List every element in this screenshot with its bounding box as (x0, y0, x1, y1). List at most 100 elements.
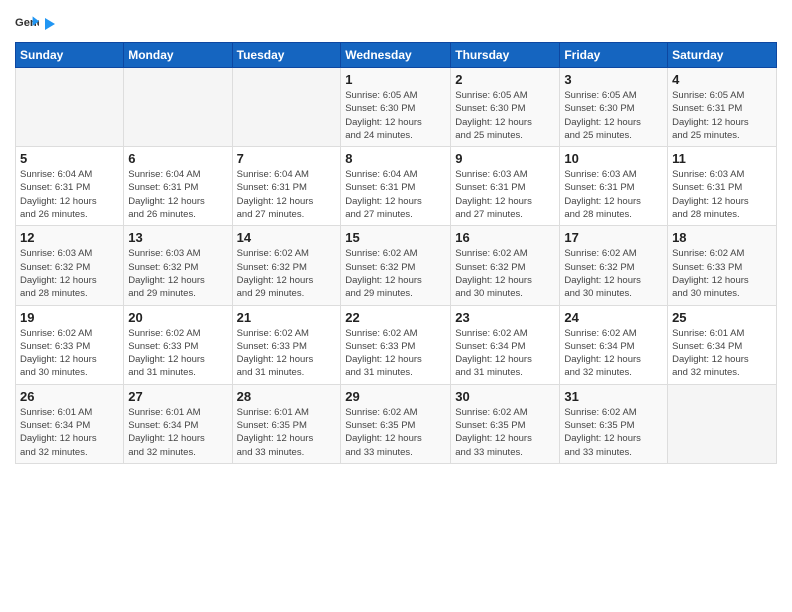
day-number: 15 (345, 230, 446, 245)
calendar-cell: 14 Sunrise: 6:02 AM Sunset: 6:32 PM Dayli… (232, 226, 341, 305)
calendar-cell: 3 Sunrise: 6:05 AM Sunset: 6:30 PM Daylig… (560, 68, 668, 147)
day-info: Sunrise: 6:01 AM Sunset: 6:34 PM Dayligh… (128, 406, 227, 459)
day-number: 26 (20, 389, 119, 404)
day-info: Sunrise: 6:04 AM Sunset: 6:31 PM Dayligh… (128, 168, 227, 221)
calendar-cell: 29 Sunrise: 6:02 AM Sunset: 6:35 PM Dayli… (341, 384, 451, 463)
day-info: Sunrise: 6:02 AM Sunset: 6:32 PM Dayligh… (345, 247, 446, 300)
calendar-cell (232, 68, 341, 147)
weekday-header-monday: Monday (124, 43, 232, 68)
day-number: 5 (20, 151, 119, 166)
day-number: 3 (564, 72, 663, 87)
day-number: 20 (128, 310, 227, 325)
calendar-week-1: 1 Sunrise: 6:05 AM Sunset: 6:30 PM Daylig… (16, 68, 777, 147)
day-info: Sunrise: 6:04 AM Sunset: 6:31 PM Dayligh… (20, 168, 119, 221)
weekday-header-friday: Friday (560, 43, 668, 68)
calendar-table: SundayMondayTuesdayWednesdayThursdayFrid… (15, 42, 777, 464)
calendar-week-2: 5 Sunrise: 6:04 AM Sunset: 6:31 PM Daylig… (16, 147, 777, 226)
day-number: 24 (564, 310, 663, 325)
calendar-cell: 15 Sunrise: 6:02 AM Sunset: 6:32 PM Dayli… (341, 226, 451, 305)
day-number: 7 (237, 151, 337, 166)
weekday-header-wednesday: Wednesday (341, 43, 451, 68)
calendar-cell: 4 Sunrise: 6:05 AM Sunset: 6:31 PM Daylig… (668, 68, 777, 147)
day-number: 31 (564, 389, 663, 404)
calendar-cell: 8Sunrise: 6:04 AM Sunset: 6:31 PM Daylig… (341, 147, 451, 226)
logo-icon: General (15, 10, 39, 34)
page-header: General (15, 10, 777, 34)
day-info: Sunrise: 6:02 AM Sunset: 6:33 PM Dayligh… (672, 247, 772, 300)
day-number: 6 (128, 151, 227, 166)
calendar-cell: 16 Sunrise: 6:02 AM Sunset: 6:32 PM Dayli… (451, 226, 560, 305)
calendar-cell: 2 Sunrise: 6:05 AM Sunset: 6:30 PM Daylig… (451, 68, 560, 147)
day-info: Sunrise: 6:05 AM Sunset: 6:30 PM Dayligh… (345, 89, 446, 142)
day-info: Sunrise: 6:02 AM Sunset: 6:33 PM Dayligh… (345, 327, 446, 380)
day-info: Sunrise: 6:03 AM Sunset: 6:31 PM Dayligh… (672, 168, 772, 221)
day-info: Sunrise: 6:02 AM Sunset: 6:32 PM Dayligh… (237, 247, 337, 300)
calendar-cell: 31Sunrise: 6:02 AM Sunset: 6:35 PM Dayli… (560, 384, 668, 463)
calendar-cell (124, 68, 232, 147)
calendar-cell: 18 Sunrise: 6:02 AM Sunset: 6:33 PM Dayli… (668, 226, 777, 305)
day-number: 12 (20, 230, 119, 245)
calendar-cell: 19Sunrise: 6:02 AM Sunset: 6:33 PM Dayli… (16, 305, 124, 384)
day-number: 22 (345, 310, 446, 325)
day-info: Sunrise: 6:02 AM Sunset: 6:33 PM Dayligh… (237, 327, 337, 380)
calendar-cell: 11 Sunrise: 6:03 AM Sunset: 6:31 PM Dayli… (668, 147, 777, 226)
day-number: 18 (672, 230, 772, 245)
logo: General (15, 10, 59, 34)
day-number: 17 (564, 230, 663, 245)
day-number: 4 (672, 72, 772, 87)
calendar-cell: 6 Sunrise: 6:04 AM Sunset: 6:31 PM Daylig… (124, 147, 232, 226)
day-number: 25 (672, 310, 772, 325)
calendar-cell: 10 Sunrise: 6:03 AM Sunset: 6:31 PM Dayli… (560, 147, 668, 226)
day-number: 2 (455, 72, 555, 87)
logo-arrow-icon (41, 15, 59, 33)
day-number: 1 (345, 72, 446, 87)
day-info: Sunrise: 6:02 AM Sunset: 6:33 PM Dayligh… (20, 327, 119, 380)
calendar-cell: 27Sunrise: 6:01 AM Sunset: 6:34 PM Dayli… (124, 384, 232, 463)
weekday-header-tuesday: Tuesday (232, 43, 341, 68)
calendar-cell: 22 Sunrise: 6:02 AM Sunset: 6:33 PM Dayli… (341, 305, 451, 384)
day-info: Sunrise: 6:01 AM Sunset: 6:35 PM Dayligh… (237, 406, 337, 459)
day-info: Sunrise: 6:02 AM Sunset: 6:33 PM Dayligh… (128, 327, 227, 380)
calendar-cell: 1 Sunrise: 6:05 AM Sunset: 6:30 PM Daylig… (341, 68, 451, 147)
calendar-cell (16, 68, 124, 147)
calendar-cell: 20 Sunrise: 6:02 AM Sunset: 6:33 PM Dayli… (124, 305, 232, 384)
day-info: Sunrise: 6:05 AM Sunset: 6:31 PM Dayligh… (672, 89, 772, 142)
day-info: Sunrise: 6:02 AM Sunset: 6:32 PM Dayligh… (564, 247, 663, 300)
day-info: Sunrise: 6:02 AM Sunset: 6:34 PM Dayligh… (455, 327, 555, 380)
day-info: Sunrise: 6:01 AM Sunset: 6:34 PM Dayligh… (20, 406, 119, 459)
day-number: 14 (237, 230, 337, 245)
day-number: 21 (237, 310, 337, 325)
weekday-header-sunday: Sunday (16, 43, 124, 68)
day-number: 30 (455, 389, 555, 404)
day-info: Sunrise: 6:03 AM Sunset: 6:31 PM Dayligh… (564, 168, 663, 221)
weekday-header-thursday: Thursday (451, 43, 560, 68)
calendar-cell: 23Sunrise: 6:02 AM Sunset: 6:34 PM Dayli… (451, 305, 560, 384)
day-number: 29 (345, 389, 446, 404)
calendar-week-4: 19Sunrise: 6:02 AM Sunset: 6:33 PM Dayli… (16, 305, 777, 384)
day-info: Sunrise: 6:02 AM Sunset: 6:32 PM Dayligh… (455, 247, 555, 300)
day-number: 16 (455, 230, 555, 245)
day-number: 11 (672, 151, 772, 166)
day-number: 28 (237, 389, 337, 404)
calendar-cell: 7Sunrise: 6:04 AM Sunset: 6:31 PM Daylig… (232, 147, 341, 226)
calendar-cell: 9Sunrise: 6:03 AM Sunset: 6:31 PM Daylig… (451, 147, 560, 226)
day-number: 8 (345, 151, 446, 166)
calendar-header: SundayMondayTuesdayWednesdayThursdayFrid… (16, 43, 777, 68)
day-info: Sunrise: 6:03 AM Sunset: 6:31 PM Dayligh… (455, 168, 555, 221)
calendar-cell: 25Sunrise: 6:01 AM Sunset: 6:34 PM Dayli… (668, 305, 777, 384)
day-info: Sunrise: 6:03 AM Sunset: 6:32 PM Dayligh… (20, 247, 119, 300)
day-info: Sunrise: 6:05 AM Sunset: 6:30 PM Dayligh… (564, 89, 663, 142)
calendar-cell: 17 Sunrise: 6:02 AM Sunset: 6:32 PM Dayli… (560, 226, 668, 305)
calendar-cell (668, 384, 777, 463)
day-number: 10 (564, 151, 663, 166)
calendar-cell: 13Sunrise: 6:03 AM Sunset: 6:32 PM Dayli… (124, 226, 232, 305)
day-info: Sunrise: 6:02 AM Sunset: 6:34 PM Dayligh… (564, 327, 663, 380)
day-info: Sunrise: 6:05 AM Sunset: 6:30 PM Dayligh… (455, 89, 555, 142)
calendar-cell: 30Sunrise: 6:02 AM Sunset: 6:35 PM Dayli… (451, 384, 560, 463)
calendar-cell: 24 Sunrise: 6:02 AM Sunset: 6:34 PM Dayli… (560, 305, 668, 384)
day-number: 13 (128, 230, 227, 245)
day-info: Sunrise: 6:02 AM Sunset: 6:35 PM Dayligh… (345, 406, 446, 459)
calendar-week-3: 12 Sunrise: 6:03 AM Sunset: 6:32 PM Dayli… (16, 226, 777, 305)
calendar-cell: 5 Sunrise: 6:04 AM Sunset: 6:31 PM Daylig… (16, 147, 124, 226)
calendar-cell: 26 Sunrise: 6:01 AM Sunset: 6:34 PM Dayli… (16, 384, 124, 463)
